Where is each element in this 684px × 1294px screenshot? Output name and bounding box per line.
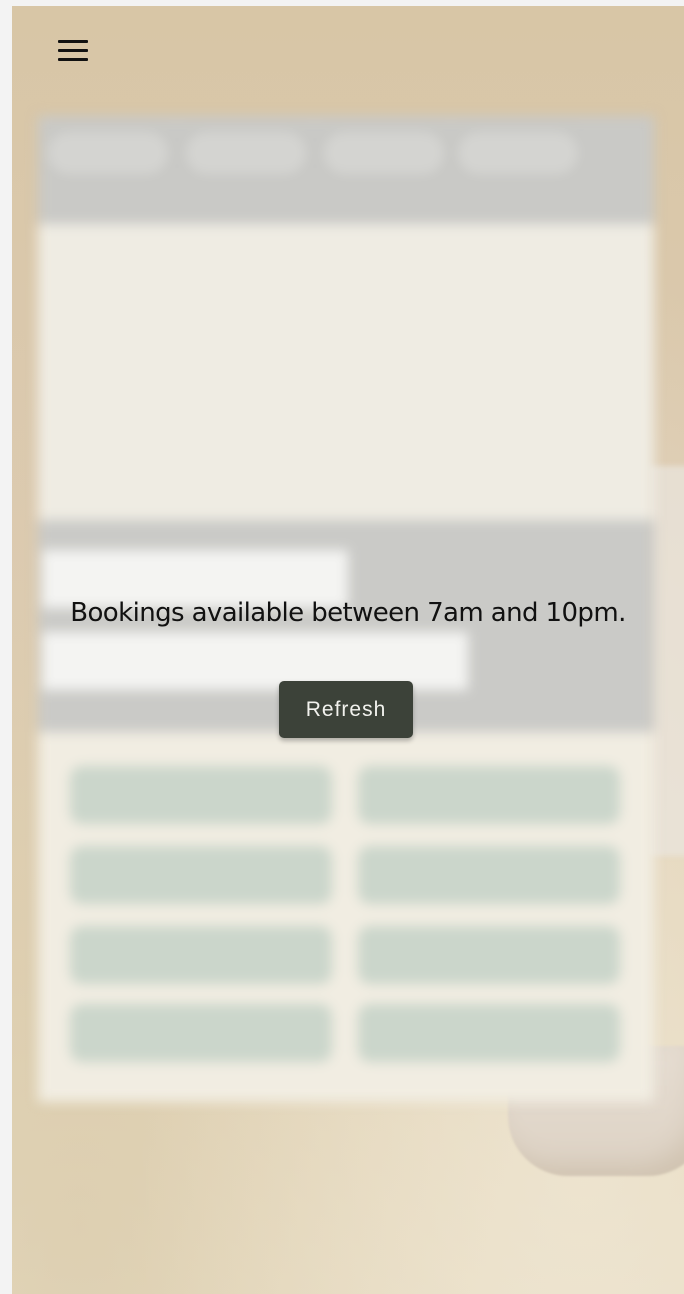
menu-icon-bar xyxy=(58,49,88,52)
menu-icon-bar xyxy=(58,58,88,61)
refresh-button[interactable]: Refresh xyxy=(279,681,413,738)
blurred-time-slot xyxy=(358,766,620,824)
blurred-time-slot-grid xyxy=(38,732,654,1102)
menu-icon-bar xyxy=(58,40,88,43)
blurred-tab xyxy=(46,130,170,176)
blurred-time-slot xyxy=(70,846,332,904)
blurred-time-slot xyxy=(70,1004,332,1062)
blurred-hero-panel xyxy=(38,224,654,520)
blurred-time-slot xyxy=(70,926,332,984)
blurred-tab xyxy=(184,130,308,176)
booking-hours-message: Bookings available between 7am and 10pm. xyxy=(70,598,626,628)
blurred-tab xyxy=(322,130,446,176)
hamburger-menu-icon[interactable] xyxy=(58,40,88,62)
blurred-time-slot xyxy=(358,1004,620,1062)
blurred-time-slot xyxy=(358,846,620,904)
blurred-tab xyxy=(456,130,580,176)
app-screen: Bookings available between 7am and 10pm.… xyxy=(12,6,684,1294)
blurred-time-slot xyxy=(70,766,332,824)
blurred-tab-bar xyxy=(38,116,654,224)
blurred-time-slot xyxy=(358,926,620,984)
